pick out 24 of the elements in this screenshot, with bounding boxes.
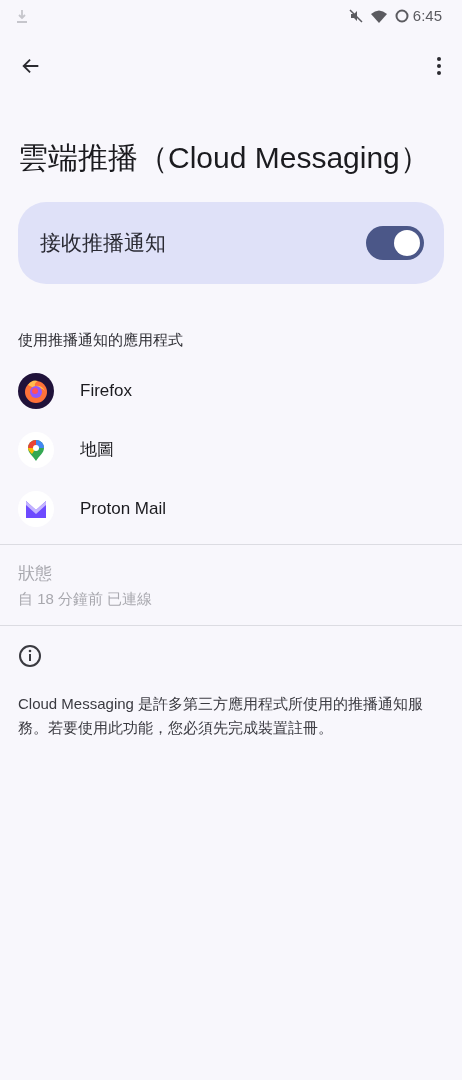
app-list-item[interactable]: Firefox	[0, 361, 462, 421]
download-icon	[16, 9, 28, 23]
app-list-item[interactable]: Proton Mail	[0, 479, 462, 539]
info-text: Cloud Messaging 是許多第三方應用程式所使用的推播通知服務。若要使用此功能，您必須先完成裝置註冊。	[18, 693, 425, 738]
page-title: 雲端推播（Cloud Messaging）	[17, 140, 431, 176]
app-name: 地圖	[80, 439, 114, 462]
more-options-icon	[436, 56, 442, 76]
app-name: Proton Mail	[80, 498, 166, 521]
mute-icon	[348, 9, 363, 23]
app-list-item[interactable]: 地圖	[0, 420, 462, 480]
wifi-icon	[370, 9, 387, 23]
toggle-switch[interactable]	[366, 226, 424, 260]
info-icon	[18, 643, 42, 668]
section-heading: 使用推播通知的應用程式	[17, 330, 184, 350]
app-icon	[18, 373, 54, 409]
switch-label: 接收推播通知	[40, 230, 166, 257]
app-name: Firefox	[80, 380, 132, 403]
status-label: 狀態	[18, 562, 53, 585]
map-pin-icon	[18, 432, 54, 468]
envelope-icon	[18, 491, 54, 527]
status-value: 自 18 分鐘前 已連線	[18, 589, 154, 609]
battery-ring-icon	[394, 9, 409, 23]
clock: 6:45	[412, 5, 442, 26]
main-switch-card[interactable]: 接收推播通知	[18, 202, 444, 284]
